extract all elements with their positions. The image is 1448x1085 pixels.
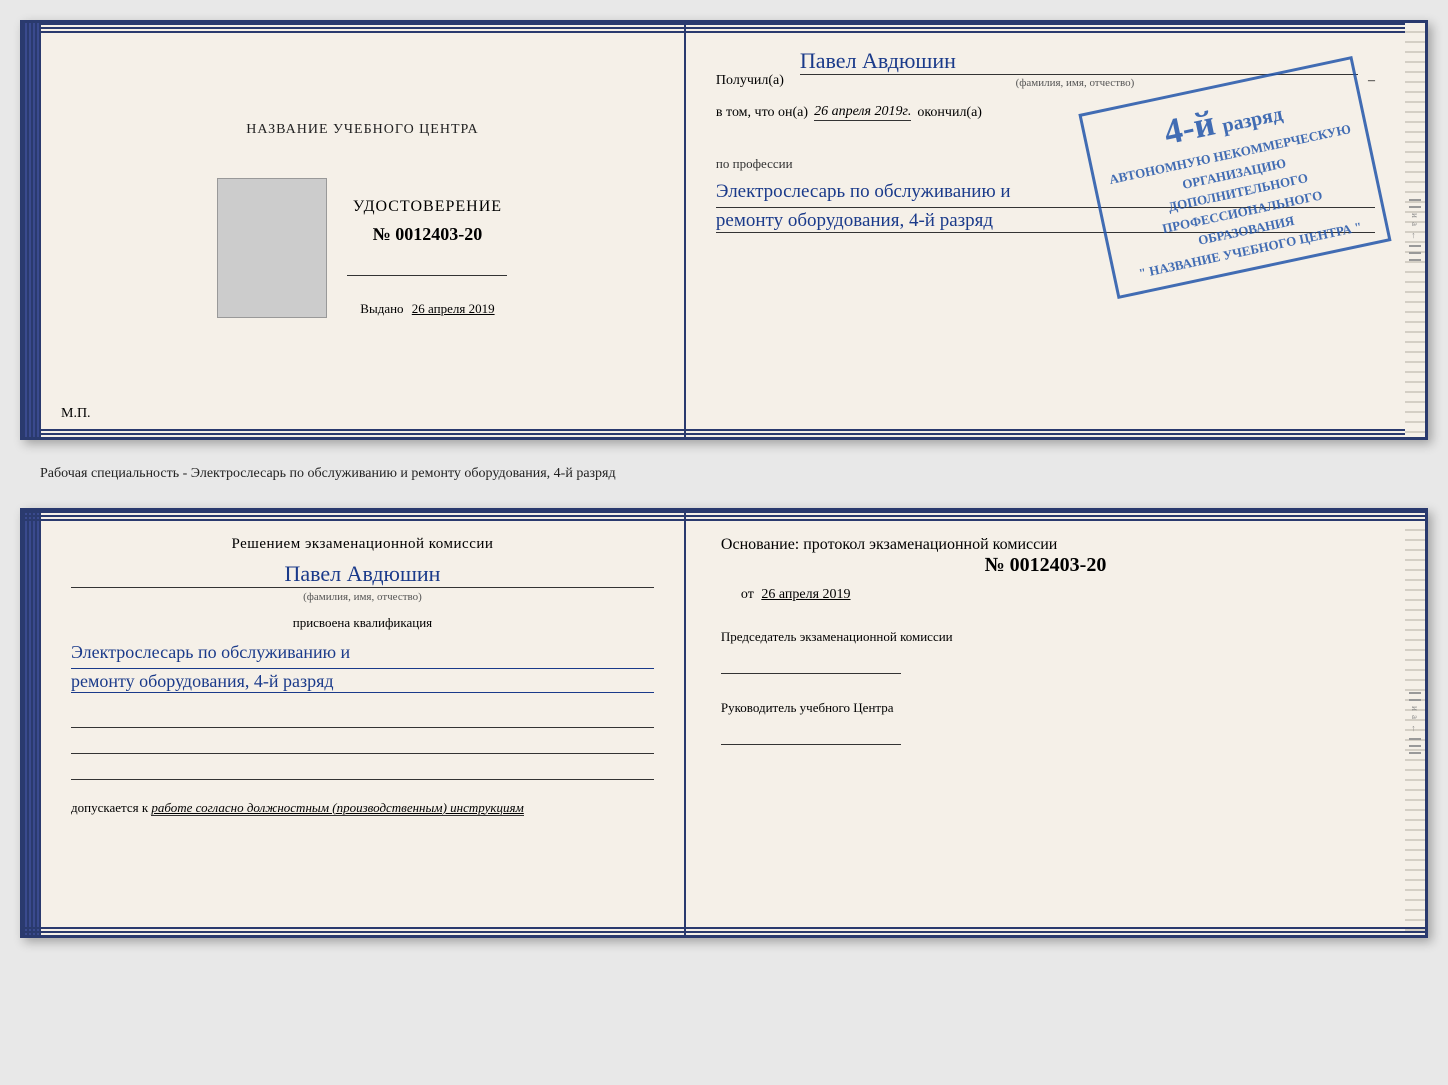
edge-mark-3: [1409, 245, 1421, 247]
vtom-date: 26 апреля 2019г.: [814, 104, 911, 121]
bottom-edge-mark-1: [1409, 692, 1421, 694]
qualification-line1: Электрослесарь по обслуживанию и: [71, 637, 654, 669]
photo-placeholder: [217, 178, 327, 318]
from-date-section: от 26 апреля 2019: [721, 587, 1370, 603]
qualification-line2: ремонту оборудования, 4-й разряд: [71, 671, 654, 693]
bottom-edge-text-и: и: [1410, 706, 1420, 711]
top-doc-right: Получил(а) Павел Авдюшин (фамилия, имя, …: [686, 23, 1405, 437]
vydano-label: Выдано: [360, 301, 403, 316]
chairman-section: Председатель экзаменационной комиссии: [721, 628, 1370, 674]
vydano-date: 26 апреля 2019: [412, 301, 495, 316]
bottom-bottom-border-right: [23, 925, 1425, 935]
bottom-edge-text-arrow: ←: [1410, 724, 1420, 733]
sig-line-3: [71, 760, 654, 780]
left-spine: [23, 23, 41, 437]
prisvoena-label: присвоена квалификация: [71, 615, 654, 631]
from-label: от: [741, 587, 754, 602]
edge-text-а: а: [1410, 222, 1420, 226]
bottom-border-deco-right: [686, 427, 1405, 437]
commission-title: Решением экзаменационной комиссии: [71, 536, 654, 553]
top-center-title: НАЗВАНИЕ УЧЕБНОГО ЦЕНТРА: [246, 122, 478, 138]
bottom-document: Решением экзаменационной комиссии Павел …: [20, 508, 1428, 938]
rukovoditel-section: Руководитель учебного Центра: [721, 699, 1370, 745]
rukovoditel-label: Руководитель учебного Центра: [721, 699, 1370, 717]
bottom-right-edge-marks: и а ←: [1405, 511, 1425, 935]
udostoverenie-title: УДОСТОВЕРЕНИЕ: [353, 198, 502, 216]
edge-mark-4: [1409, 252, 1421, 254]
vtom-prefix: в том, что он(а): [716, 105, 808, 121]
bottom-edge-mark-3: [1409, 738, 1421, 740]
bottom-top-border-right: [23, 511, 1425, 521]
chairman-label: Председатель экзаменационной комиссии: [721, 628, 1370, 646]
stamp-overlay: 4-й разряд АВТОНОМНУЮ НЕКОММЕРЧЕСКУЮ ОРГ…: [1078, 56, 1391, 299]
top-border-deco: [41, 23, 684, 33]
rukovoditel-signature-line: [721, 725, 901, 745]
poluchil-label: Получил(а): [716, 73, 784, 89]
bottom-fio-sublabel: (фамилия, имя, отчество): [71, 591, 654, 603]
bottom-edge-mark-5: [1409, 752, 1421, 754]
bottom-edge-mark-2: [1409, 699, 1421, 701]
commission-name: Павел Авдюшин: [71, 561, 654, 588]
separator-text: Рабочая специальность - Электрослесарь п…: [20, 458, 1428, 490]
edge-mark-5: [1409, 259, 1421, 261]
right-edge-marks: и а ←: [1405, 23, 1425, 437]
edge-text-и: и: [1410, 213, 1420, 218]
okonchil-label: окончил(а): [917, 105, 982, 121]
signature-lines: [71, 708, 654, 780]
top-doc-left: НАЗВАНИЕ УЧЕБНОГО ЦЕНТРА УДОСТОВЕРЕНИЕ №…: [41, 23, 686, 437]
bottom-left-spine: [23, 511, 41, 935]
from-date-value: 26 апреля 2019: [761, 587, 850, 602]
dopuskaetsya-section: допускается к работе согласно должностны…: [71, 800, 654, 816]
dopuskaetsya-prefix: допускается к: [71, 800, 148, 815]
sig-line-2: [71, 734, 654, 754]
chairman-signature-line: [721, 654, 901, 674]
vydano-line: Выдано 26 апреля 2019: [360, 301, 494, 317]
edge-mark-2: [1409, 206, 1421, 208]
mp-label: М.П.: [61, 406, 91, 422]
udostoverenie-number: № 0012403-20: [373, 224, 483, 245]
stamp-suffix: разряд: [1220, 103, 1284, 137]
osnovanje-label: Основание: протокол экзаменационной коми…: [721, 536, 1370, 554]
sig-line-1: [71, 708, 654, 728]
dopuskaetsya-value: работе согласно должностным (производств…: [151, 800, 523, 816]
bottom-border-deco: [41, 427, 684, 437]
bottom-doc-left: Решением экзаменационной комиссии Павел …: [41, 511, 686, 935]
edge-mark-1: [1409, 199, 1421, 201]
recipient-name: Павел Авдюшин: [800, 48, 1358, 75]
bottom-doc-right: Основание: протокол экзаменационной коми…: [686, 511, 1405, 935]
bottom-edge-mark-4: [1409, 745, 1421, 747]
top-document: НАЗВАНИЕ УЧЕБНОГО ЦЕНТРА УДОСТОВЕРЕНИЕ №…: [20, 20, 1428, 440]
edge-text-arrow: ←: [1410, 231, 1420, 240]
page-wrapper: НАЗВАНИЕ УЧЕБНОГО ЦЕНТРА УДОСТОВЕРЕНИЕ №…: [20, 20, 1428, 938]
bottom-edge-text-а: а: [1410, 715, 1420, 719]
top-border-deco-right: [686, 23, 1405, 33]
protocol-number: № 0012403-20: [721, 554, 1370, 577]
